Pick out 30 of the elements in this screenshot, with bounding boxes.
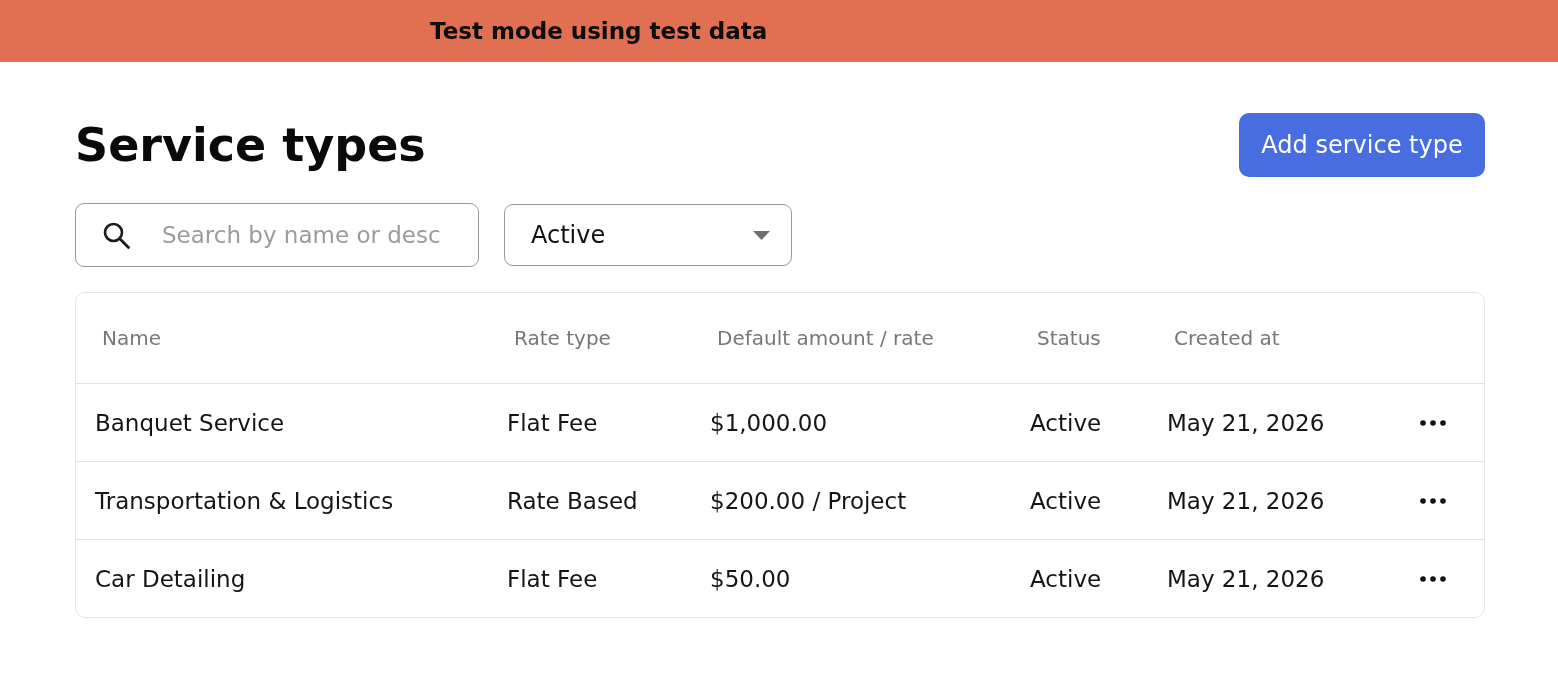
table-cell: Rate Based [507,487,638,514]
search-icon [103,222,130,249]
search-field[interactable]: Search by name or desc [75,203,479,267]
column-header: Status [1037,326,1101,350]
column-header: Rate type [514,326,611,350]
table-cell: May 21, 2026 [1167,409,1325,436]
more-icon[interactable] [1420,575,1446,582]
column-header: Created at [1174,326,1280,350]
table-cell: Car Detailing [95,565,246,592]
table-cell: Transportation & Logistics [95,487,394,514]
more-icon[interactable] [1420,419,1446,426]
page-title: Service types [75,118,426,172]
caret-icon [753,230,770,240]
table-cell: $1,000.00 [710,409,828,436]
add-service-type-button[interactable]: Add service type [1239,113,1485,177]
table-cell: $200.00 / Project [710,487,907,514]
table-cell: May 21, 2026 [1167,565,1325,592]
table-cell: Active [1030,487,1102,514]
status-select[interactable]: Active [504,204,792,266]
banner-text: Test mode using test data [430,18,768,44]
table-cell: Banquet Service [95,409,285,436]
table-cell: $50.00 [710,565,791,592]
table-cell: Active [1030,409,1102,436]
table-cell: Flat Fee [507,565,598,592]
table-cell: May 21, 2026 [1167,487,1325,514]
column-header: Name [102,326,161,350]
table-cell: Flat Fee [507,409,598,436]
column-header: Default amount / rate [717,326,934,350]
more-icon[interactable] [1420,497,1446,504]
table-cell: Active [1030,565,1102,592]
